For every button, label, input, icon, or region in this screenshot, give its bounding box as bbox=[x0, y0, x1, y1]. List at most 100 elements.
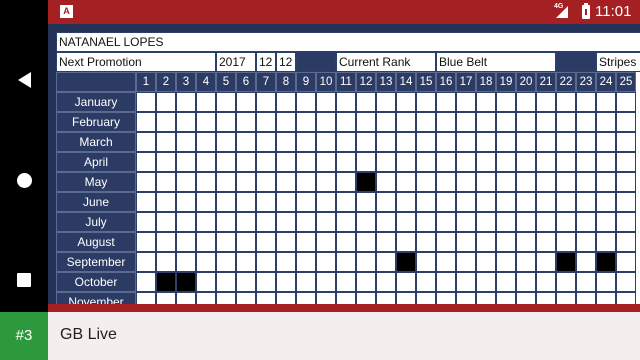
attendance-box[interactable] bbox=[296, 192, 316, 212]
attendance-box[interactable] bbox=[156, 192, 176, 212]
attendance-box[interactable] bbox=[356, 252, 376, 272]
attendance-box[interactable] bbox=[416, 92, 436, 112]
attendance-box[interactable] bbox=[176, 232, 196, 252]
attendance-box[interactable] bbox=[556, 112, 576, 132]
attendance-box[interactable] bbox=[416, 252, 436, 272]
attendance-box[interactable] bbox=[496, 272, 516, 292]
attendance-box[interactable] bbox=[336, 92, 356, 112]
attendance-box[interactable] bbox=[576, 212, 596, 232]
attendance-box[interactable] bbox=[436, 172, 456, 192]
attendance-box[interactable] bbox=[176, 172, 196, 192]
attendance-box[interactable] bbox=[136, 132, 156, 152]
attendance-box[interactable] bbox=[136, 112, 156, 132]
attendance-box[interactable] bbox=[416, 112, 436, 132]
attendance-box[interactable] bbox=[456, 232, 476, 252]
attendance-box[interactable] bbox=[436, 212, 456, 232]
attendance-box[interactable] bbox=[356, 272, 376, 292]
attendance-box[interactable] bbox=[496, 132, 516, 152]
attendance-box[interactable] bbox=[396, 232, 416, 252]
attendance-box[interactable] bbox=[276, 112, 296, 132]
attendance-box[interactable] bbox=[536, 92, 556, 112]
attendance-box[interactable] bbox=[296, 152, 316, 172]
attendance-box[interactable] bbox=[556, 132, 576, 152]
attendance-box[interactable] bbox=[356, 132, 376, 152]
attendance-box[interactable] bbox=[256, 272, 276, 292]
attendance-box[interactable] bbox=[236, 152, 256, 172]
attendance-box[interactable] bbox=[196, 172, 216, 192]
attendance-box[interactable] bbox=[316, 152, 336, 172]
attendance-box[interactable] bbox=[596, 272, 616, 292]
attendance-box[interactable] bbox=[216, 152, 236, 172]
attendance-box[interactable] bbox=[596, 132, 616, 152]
attendance-box[interactable] bbox=[196, 232, 216, 252]
attendance-box[interactable] bbox=[556, 212, 576, 232]
attendance-box[interactable] bbox=[196, 92, 216, 112]
attendance-box[interactable] bbox=[556, 272, 576, 292]
attendance-box[interactable] bbox=[256, 192, 276, 212]
attendance-box[interactable] bbox=[236, 252, 256, 272]
attendance-box[interactable] bbox=[376, 92, 396, 112]
attendance-box[interactable] bbox=[616, 172, 636, 192]
attendance-box[interactable] bbox=[256, 212, 276, 232]
attendance-box[interactable] bbox=[396, 212, 416, 232]
attendance-box[interactable] bbox=[236, 132, 256, 152]
attendance-box[interactable] bbox=[336, 192, 356, 212]
attendance-box[interactable] bbox=[416, 212, 436, 232]
attendance-box[interactable] bbox=[416, 232, 436, 252]
attendance-box[interactable] bbox=[576, 132, 596, 152]
attendance-box[interactable] bbox=[616, 212, 636, 232]
attendance-box[interactable] bbox=[516, 232, 536, 252]
attendance-box[interactable] bbox=[236, 92, 256, 112]
attendance-box[interactable] bbox=[236, 212, 256, 232]
attendance-box[interactable] bbox=[476, 172, 496, 192]
attendance-box[interactable] bbox=[516, 252, 536, 272]
attendance-box[interactable] bbox=[476, 192, 496, 212]
attendance-box[interactable] bbox=[596, 232, 616, 252]
attendance-box[interactable] bbox=[136, 192, 156, 212]
attendance-box[interactable] bbox=[456, 192, 476, 212]
attendance-box[interactable] bbox=[516, 172, 536, 192]
attendance-box[interactable] bbox=[236, 172, 256, 192]
attendance-box[interactable] bbox=[156, 232, 176, 252]
attendance-box[interactable] bbox=[576, 152, 596, 172]
attendance-box[interactable] bbox=[296, 132, 316, 152]
attendance-box[interactable] bbox=[376, 232, 396, 252]
attendance-box[interactable] bbox=[176, 252, 196, 272]
attendance-box[interactable] bbox=[216, 192, 236, 212]
attendance-box[interactable] bbox=[436, 92, 456, 112]
attendance-box[interactable] bbox=[236, 112, 256, 132]
attendance-box[interactable] bbox=[196, 132, 216, 152]
attendance-box[interactable] bbox=[436, 252, 456, 272]
attendance-box[interactable] bbox=[176, 212, 196, 232]
attendance-box[interactable] bbox=[316, 212, 336, 232]
attendance-box[interactable] bbox=[376, 112, 396, 132]
attendance-box[interactable] bbox=[436, 272, 456, 292]
attendance-box[interactable] bbox=[136, 232, 156, 252]
attendance-box-checked[interactable] bbox=[156, 272, 176, 292]
attendance-box[interactable] bbox=[236, 232, 256, 252]
attendance-box[interactable] bbox=[516, 192, 536, 212]
attendance-box[interactable] bbox=[576, 92, 596, 112]
attendance-box[interactable] bbox=[236, 272, 256, 292]
attendance-box[interactable] bbox=[396, 172, 416, 192]
attendance-box[interactable] bbox=[156, 172, 176, 192]
attendance-box[interactable] bbox=[336, 172, 356, 192]
attendance-box[interactable] bbox=[436, 152, 456, 172]
attendance-box[interactable] bbox=[136, 212, 156, 232]
attendance-box[interactable] bbox=[376, 212, 396, 232]
attendance-box[interactable] bbox=[596, 192, 616, 212]
attendance-box[interactable] bbox=[456, 172, 476, 192]
attendance-box[interactable] bbox=[296, 212, 316, 232]
attendance-box[interactable] bbox=[456, 92, 476, 112]
attendance-box[interactable] bbox=[456, 272, 476, 292]
attendance-box[interactable] bbox=[316, 272, 336, 292]
attendance-box[interactable] bbox=[216, 252, 236, 272]
back-button[interactable] bbox=[0, 56, 48, 104]
attendance-box[interactable] bbox=[536, 112, 556, 132]
attendance-box[interactable] bbox=[556, 152, 576, 172]
attendance-box[interactable] bbox=[436, 112, 456, 132]
attendance-box[interactable] bbox=[316, 92, 336, 112]
attendance-box[interactable] bbox=[316, 252, 336, 272]
attendance-box[interactable] bbox=[276, 172, 296, 192]
attendance-box[interactable] bbox=[376, 272, 396, 292]
